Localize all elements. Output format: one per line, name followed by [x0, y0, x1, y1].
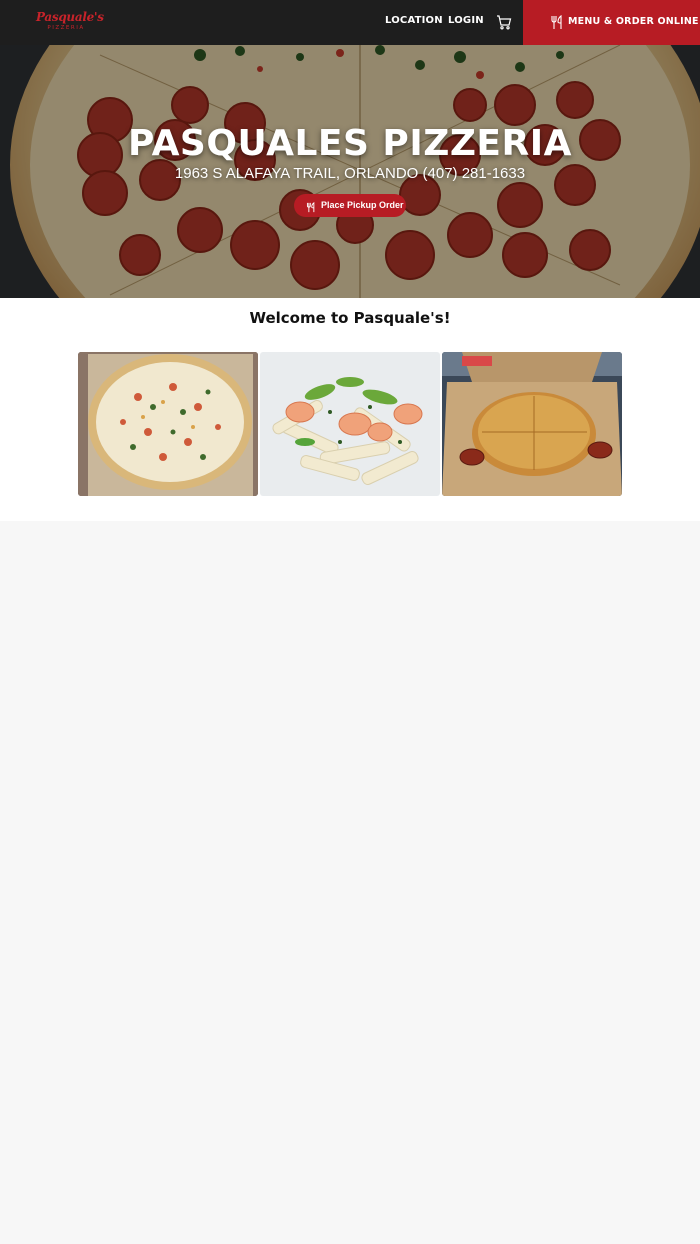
shopping-cart-icon[interactable] [496, 14, 512, 30]
shrimp-pasta-photo [260, 352, 440, 496]
hero-banner: PASQUALES PIZZERIA 1963 S ALAFAYA TRAIL,… [0, 45, 700, 298]
hero-title: PASQUALES PIZZERIA [127, 123, 572, 164]
logo-sub-text: PIZZERIA [47, 25, 85, 31]
menu-order-online-label: MENU & ORDER ONLINE [568, 16, 699, 27]
top-nav-bar: Pasquale's PIZZERIA LOCATION LOGIN MENU … [0, 0, 700, 45]
menu-order-online-button[interactable]: MENU & ORDER ONLINE [523, 0, 700, 45]
welcome-section: Welcome to Pasquale's! [0, 298, 700, 521]
fork-knife-icon [306, 199, 316, 213]
welcome-heading: Welcome to Pasquale's! [249, 309, 451, 327]
nav-location-link[interactable]: LOCATION [385, 15, 443, 26]
calzone-box-photo [442, 352, 622, 496]
hero-address: 1963 S ALAFAYA TRAIL, ORLANDO (407) 281-… [174, 165, 526, 182]
white-pizza-photo [78, 352, 258, 496]
pasquales-logo[interactable]: Pasquale's PIZZERIA [36, 10, 104, 36]
nav-login-link[interactable]: LOGIN [448, 15, 484, 26]
place-pickup-order-label: Place Pickup Order [321, 200, 404, 210]
fork-knife-icon [550, 14, 564, 30]
logo-script-text: Pasquale's [36, 10, 104, 24]
place-pickup-order-button[interactable]: Place Pickup Order [294, 194, 406, 217]
